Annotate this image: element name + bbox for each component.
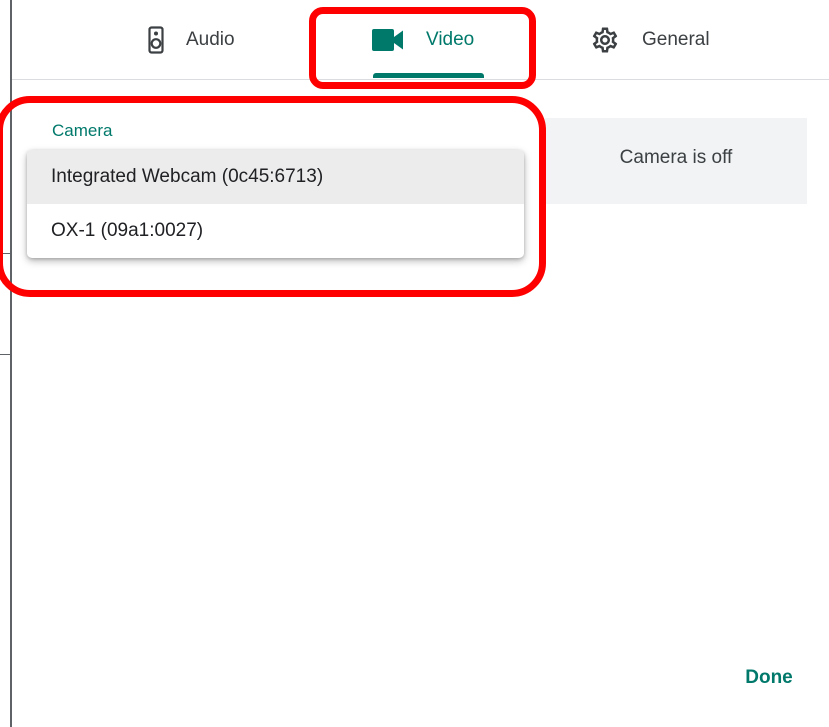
active-tab-indicator <box>373 73 484 78</box>
tab-audio-label: Audio <box>186 28 235 50</box>
camera-label: Camera <box>52 121 113 140</box>
camera-dropdown-menu: Integrated Webcam (0c45:6713) OX-1 (09a1… <box>27 150 524 258</box>
camera-preview: Camera is off <box>545 118 807 204</box>
tab-bar: Audio Video General <box>12 0 829 80</box>
gear-icon <box>590 25 620 55</box>
tab-audio[interactable]: Audio <box>148 0 235 79</box>
tab-video[interactable]: Video <box>372 0 474 79</box>
camera-option-ox-1[interactable]: OX-1 (09a1:0027) <box>27 204 524 258</box>
tab-general[interactable]: General <box>590 0 710 79</box>
camera-off-text: Camera is off <box>619 147 733 168</box>
tab-video-label: Video <box>426 28 475 50</box>
camera-option-label: Integrated Webcam (0c45:6713) <box>51 166 324 187</box>
settings-dialog: Audio Video General Camera is off Camera… <box>12 0 829 727</box>
videocam-icon <box>372 28 404 51</box>
settings-frame: Audio Video General Camera is off Camera… <box>0 0 829 727</box>
camera-option-label: OX-1 (09a1:0027) <box>51 220 204 241</box>
done-button[interactable]: Done <box>726 656 812 700</box>
background-window-edge <box>0 0 12 727</box>
speaker-icon <box>148 25 164 54</box>
camera-option-integrated-webcam[interactable]: Integrated Webcam (0c45:6713) <box>27 150 524 204</box>
tab-general-label: General <box>642 28 710 50</box>
